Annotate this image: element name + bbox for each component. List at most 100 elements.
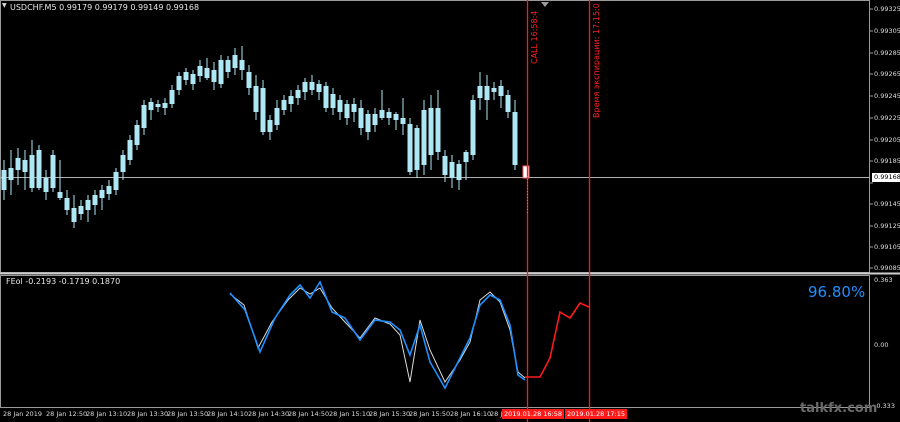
symbol-info: USDCHF.M5 0.99179 0.99179 0.99149 0.9916… bbox=[10, 3, 200, 12]
candle-body bbox=[204, 68, 210, 78]
candle-body bbox=[365, 114, 371, 132]
candle-body bbox=[267, 120, 273, 132]
price-label: 0.99125 bbox=[874, 222, 900, 230]
candle-body bbox=[498, 86, 504, 96]
price-label: 0.99265 bbox=[874, 70, 900, 78]
candle-body bbox=[246, 72, 252, 88]
time-label: 28 Jan 13:10 bbox=[86, 410, 128, 418]
candle-body bbox=[148, 102, 154, 110]
candle-body bbox=[190, 74, 196, 84]
expiry-label: Время экспирации: 17:15:0 bbox=[592, 3, 601, 118]
candle-body bbox=[428, 108, 434, 155]
price-axis-ticks bbox=[870, 8, 873, 269]
candle-body bbox=[295, 90, 301, 98]
candle-body bbox=[260, 88, 266, 132]
watermark: talkfx.com bbox=[800, 401, 878, 416]
candle-body bbox=[400, 118, 406, 124]
price-label: 0.99205 bbox=[874, 136, 900, 144]
candle-body bbox=[358, 108, 364, 128]
candle-body bbox=[281, 100, 287, 110]
candle-body bbox=[463, 152, 469, 162]
candle-body bbox=[29, 155, 35, 188]
candle-body bbox=[183, 72, 189, 80]
call-time-label: 2019.01.28 16:58 bbox=[502, 409, 565, 419]
time-label: 28 Jan 14:50 bbox=[288, 410, 330, 418]
time-label: 28 Jan 13:30 bbox=[127, 410, 169, 418]
candle-body bbox=[512, 112, 518, 165]
candle-body bbox=[505, 95, 511, 112]
candle-body bbox=[442, 156, 448, 175]
candle-body bbox=[8, 168, 14, 180]
candle-body bbox=[274, 108, 280, 125]
main-pane-frame bbox=[0, 0, 870, 273]
candle-body bbox=[162, 103, 168, 108]
candle-body bbox=[71, 208, 77, 222]
candle-body bbox=[232, 55, 238, 68]
candle-body bbox=[15, 158, 21, 170]
candle-body bbox=[106, 186, 112, 194]
price-label: 0.99325 bbox=[874, 5, 900, 13]
time-label: 28 Jan 16:10 bbox=[450, 410, 492, 418]
chart-canvas bbox=[0, 0, 900, 422]
candle-body bbox=[176, 76, 182, 90]
time-label: 28 Jan 14:10 bbox=[207, 410, 249, 418]
chart-shift-marker[interactable] bbox=[541, 2, 549, 7]
candle-body bbox=[120, 155, 126, 172]
candle-body bbox=[323, 86, 329, 108]
expiry-time-label: 2019.01.28 17:15 bbox=[565, 409, 628, 419]
candle-body bbox=[316, 84, 322, 92]
indicator-forecast-line bbox=[525, 301, 590, 378]
candle-body bbox=[407, 124, 413, 172]
candle-body bbox=[78, 206, 84, 214]
indicator-info: FEol -0.2193 -0.1719 0.1870 bbox=[6, 277, 121, 286]
candle-body bbox=[43, 178, 49, 192]
win-percent: 96.80% bbox=[808, 283, 866, 301]
candle-body bbox=[22, 160, 28, 172]
candle-body bbox=[1, 170, 7, 190]
call-label: CALL 16:58:4 bbox=[530, 10, 539, 64]
indicator-axis-label: 0.00 bbox=[874, 341, 889, 349]
candle-body bbox=[85, 200, 91, 210]
candle-body bbox=[477, 86, 483, 98]
candle-body bbox=[64, 198, 70, 210]
symbol-menu-arrow-icon[interactable]: ▼ bbox=[2, 2, 7, 9]
candle-body bbox=[155, 104, 161, 107]
candle-body bbox=[337, 100, 343, 112]
candle-body bbox=[134, 125, 140, 145]
candle-body bbox=[36, 150, 42, 188]
candle-body bbox=[218, 60, 224, 84]
candle-body bbox=[470, 100, 476, 155]
candle-body bbox=[288, 96, 294, 104]
candle-body bbox=[253, 86, 259, 112]
candle-body bbox=[421, 110, 427, 165]
candle-body bbox=[456, 164, 462, 180]
indicator-main-line bbox=[229, 280, 526, 390]
candle-body bbox=[372, 114, 378, 125]
candle-body bbox=[344, 104, 350, 118]
candle-body bbox=[435, 108, 441, 152]
candlestick-series bbox=[1, 46, 530, 228]
time-label: 28 Jan 15:50 bbox=[409, 410, 451, 418]
candle-body bbox=[113, 172, 119, 190]
time-label: 28 Jan 15:30 bbox=[369, 410, 411, 418]
candle-body bbox=[484, 86, 490, 100]
candle-body bbox=[302, 82, 308, 92]
candle-body bbox=[211, 70, 217, 82]
time-label: 28 Jan 12:50 bbox=[46, 410, 88, 418]
price-label: 0.99185 bbox=[874, 157, 900, 165]
candle-body bbox=[386, 112, 392, 118]
candle-body bbox=[414, 128, 420, 170]
candle-body bbox=[239, 60, 245, 70]
price-label: 0.99225 bbox=[874, 114, 900, 122]
candle-body bbox=[92, 195, 98, 205]
indicator-axis-label: 0.363 bbox=[874, 276, 893, 284]
candle-body bbox=[197, 66, 203, 76]
price-label: 0.99285 bbox=[874, 49, 900, 57]
candle-body bbox=[169, 90, 175, 104]
candle-body bbox=[225, 60, 231, 72]
price-label: 0.99305 bbox=[874, 27, 900, 35]
candle-body bbox=[449, 162, 455, 178]
price-label: 0.99085 bbox=[874, 264, 900, 272]
candle-body bbox=[393, 114, 399, 120]
time-label: 28 Jan 14:30 bbox=[248, 410, 290, 418]
